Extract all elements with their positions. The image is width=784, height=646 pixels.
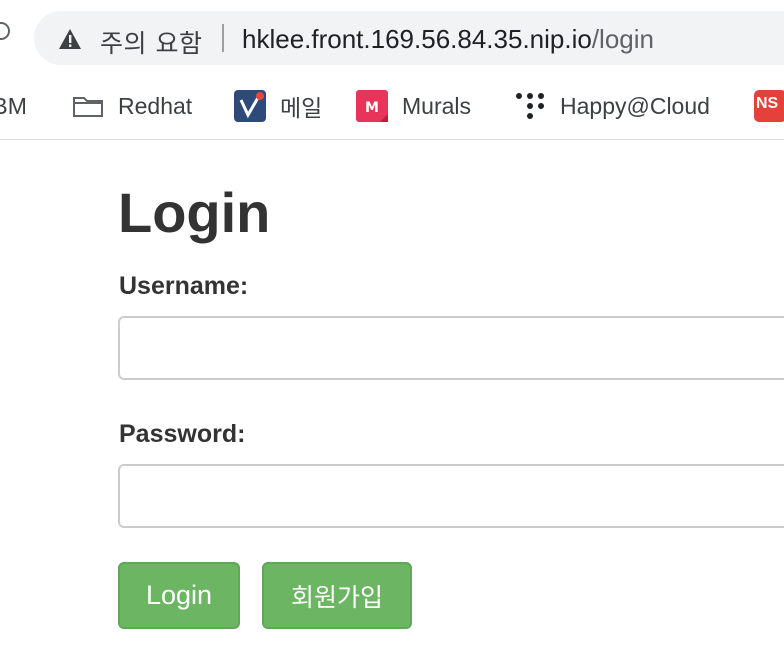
folder-icon bbox=[72, 90, 104, 122]
bookmark-label: IBM bbox=[0, 92, 27, 119]
bookmarks-bar: IBM Redhat 메일 bbox=[0, 84, 784, 128]
bookmark-mail[interactable]: 메일 bbox=[234, 84, 322, 128]
bookmark-murals[interactable]: M Murals bbox=[356, 84, 471, 128]
address-bar[interactable]: 주의 요함 hklee.front.169.56.84.35.nip.io/lo… bbox=[34, 11, 784, 65]
mural-icon: M bbox=[356, 90, 388, 122]
bookmark-ns[interactable]: NS bbox=[754, 84, 784, 128]
warning-icon[interactable] bbox=[58, 28, 82, 50]
ns-icon: NS bbox=[754, 90, 784, 122]
bookmark-ibm[interactable]: IBM bbox=[0, 84, 27, 128]
browser-chrome: 주의 요함 hklee.front.169.56.84.35.nip.io/lo… bbox=[0, 0, 784, 140]
reload-icon[interactable] bbox=[0, 22, 10, 40]
password-input[interactable] bbox=[118, 464, 784, 528]
bookmark-label: Murals bbox=[402, 92, 472, 119]
url-path: /login bbox=[591, 24, 654, 54]
svg-text:M: M bbox=[365, 100, 379, 116]
url-text[interactable]: hklee.front.169.56.84.35.nip.io/login bbox=[242, 24, 654, 55]
mail-app-icon bbox=[234, 90, 266, 122]
security-warning[interactable]: 주의 요함 bbox=[100, 24, 202, 60]
login-button[interactable]: Login bbox=[118, 562, 240, 629]
username-label: Username: bbox=[119, 272, 249, 300]
omnibox-divider bbox=[222, 24, 224, 52]
bookmark-redhat[interactable]: Redhat bbox=[72, 84, 192, 128]
bookmark-label: NS bbox=[756, 95, 779, 112]
signup-button[interactable]: 회원가입 bbox=[262, 562, 412, 629]
username-input[interactable] bbox=[118, 316, 784, 380]
password-label: Password: bbox=[119, 420, 246, 448]
bookmark-label: 메일 bbox=[280, 95, 323, 121]
url-host: hklee.front.169.56.84.35.nip.io bbox=[242, 24, 592, 54]
bookmark-label: Redhat bbox=[118, 92, 193, 119]
bookmark-happy-cloud[interactable]: Happy@Cloud bbox=[514, 84, 710, 128]
dots-grid-icon bbox=[514, 90, 546, 122]
bookmark-label: Happy@Cloud bbox=[560, 92, 710, 119]
page-title: Login bbox=[118, 181, 271, 244]
